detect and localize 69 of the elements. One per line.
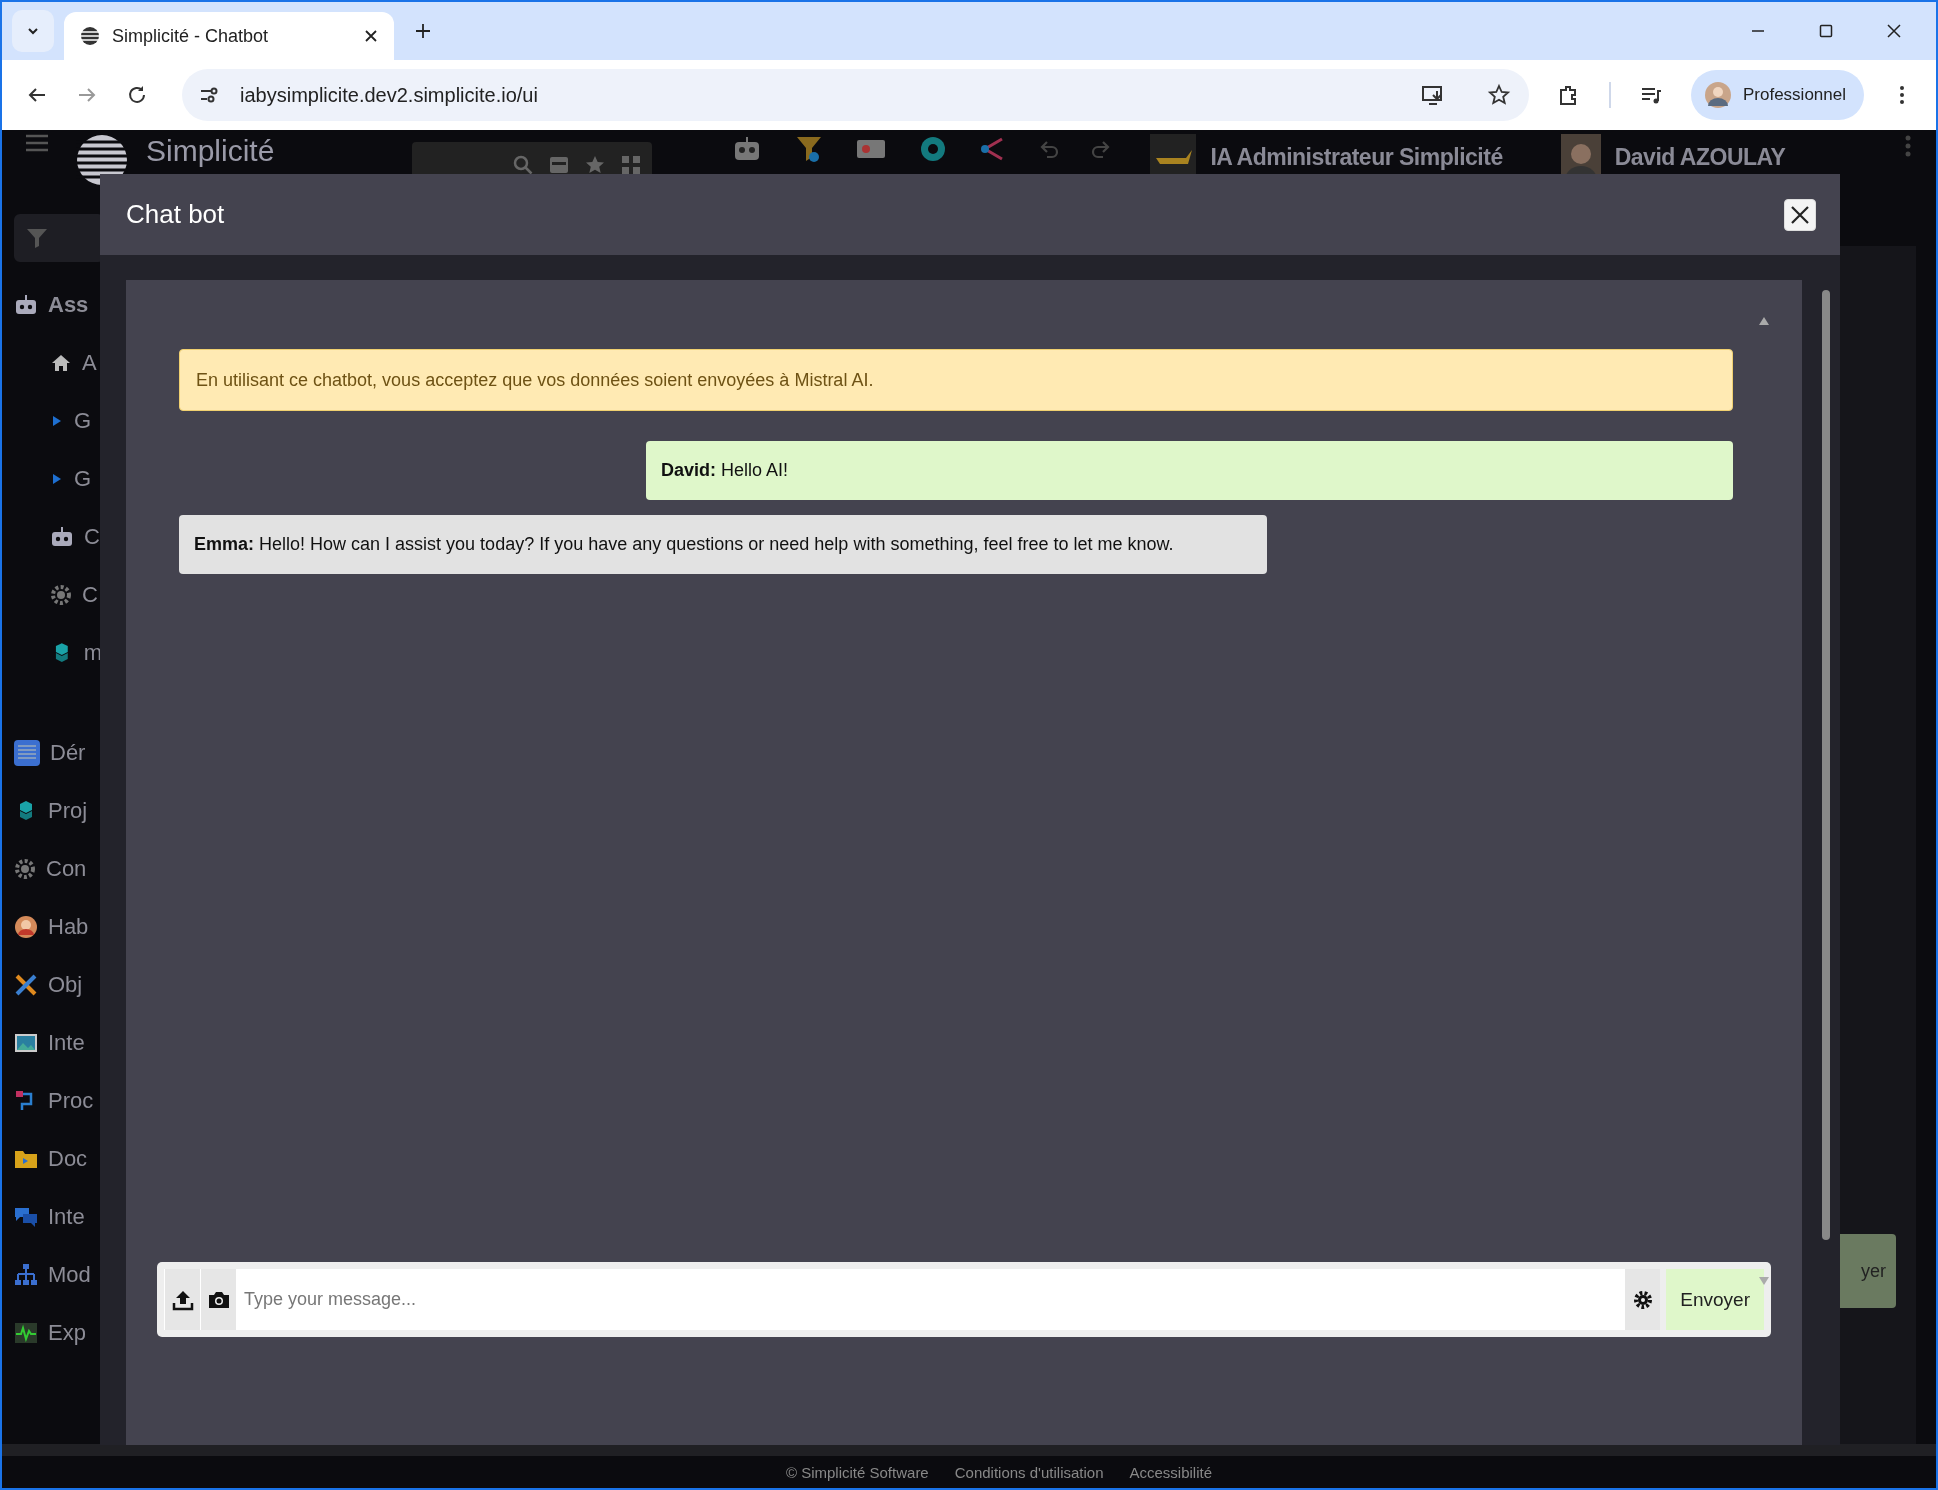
sidebar-item[interactable]: G xyxy=(14,450,102,508)
search-icon[interactable] xyxy=(512,154,535,176)
sidebar-item[interactable]: Ass xyxy=(14,276,102,334)
camera-button[interactable] xyxy=(200,1269,236,1330)
footer-link[interactable]: © Simplicité Software xyxy=(785,1463,929,1481)
scroll-up-icon[interactable] xyxy=(1759,317,1769,325)
settings-icon xyxy=(1632,1289,1653,1310)
dialog-title: Chat bot xyxy=(126,199,225,230)
sidebar-item[interactable]: Proc xyxy=(14,1072,102,1130)
close-button[interactable] xyxy=(1784,198,1816,231)
footer-link[interactable]: Conditions d'utilisation xyxy=(954,1463,1104,1481)
footer-link[interactable]: Accessibilité xyxy=(1129,1463,1213,1481)
sidebar-item[interactable]: A xyxy=(14,334,102,392)
card-icon[interactable] xyxy=(548,154,571,176)
maximize-icon[interactable] xyxy=(1818,23,1834,39)
funnel-icon xyxy=(26,227,48,249)
sidebar-item[interactable]: Hab xyxy=(14,898,102,956)
reload-icon[interactable] xyxy=(126,84,148,106)
send-button[interactable]: Envoyer xyxy=(1666,1269,1764,1330)
grid-icon[interactable] xyxy=(620,154,643,176)
robot-icon xyxy=(50,526,74,548)
pulse-icon xyxy=(14,1322,38,1344)
sidebar-item[interactable]: Mod xyxy=(14,1246,102,1304)
upload-button[interactable] xyxy=(164,1269,200,1330)
avatar-icon xyxy=(1705,82,1731,108)
home-icon xyxy=(50,352,72,374)
sidebar-item[interactable]: Con xyxy=(14,840,102,898)
chat-icon xyxy=(14,1206,38,1228)
browser-tab[interactable]: Simplicité - Chatbot xyxy=(64,12,394,60)
sidebar-item[interactable]: Inte xyxy=(14,1188,102,1246)
gear-icon xyxy=(50,584,72,606)
hierarchy-icon xyxy=(14,1263,38,1287)
tools-icon xyxy=(14,973,38,997)
bot-message: Emma: Hello! How can I assist you today? If you have any questions or need help with something, feel free to let me know. xyxy=(179,515,1267,574)
scrollbar-thumb[interactable] xyxy=(1822,290,1830,1240)
sidebar-item[interactable]: Inte xyxy=(14,1014,102,1072)
close-icon xyxy=(1790,204,1810,225)
sidebar-item[interactable]: Exp xyxy=(14,1304,102,1362)
camera-icon xyxy=(207,1289,230,1310)
filter-button[interactable] xyxy=(14,214,102,262)
sidebar-item[interactable]: G xyxy=(14,392,102,450)
close-icon[interactable] xyxy=(1886,23,1902,39)
sidebar-item[interactable]: C xyxy=(14,566,102,624)
menu-icon[interactable] xyxy=(26,134,48,152)
upload-icon xyxy=(171,1288,194,1311)
settings-button[interactable] xyxy=(1624,1269,1661,1330)
close-icon[interactable] xyxy=(364,29,378,43)
striped-square-icon xyxy=(14,740,40,766)
gear-icon xyxy=(14,858,36,880)
image-icon xyxy=(14,1032,38,1054)
star-icon[interactable] xyxy=(1487,83,1511,107)
user-message: David: Hello AI! xyxy=(646,441,1733,500)
robot-icon xyxy=(14,294,38,316)
install-app-icon[interactable] xyxy=(1421,83,1445,107)
person-icon xyxy=(14,915,38,939)
consent-notice: En utilisant ce chatbot, vous acceptez que vos données soient envoyées à Mistral AI. xyxy=(179,349,1733,411)
folder-icon xyxy=(14,1148,38,1170)
new-tab-icon[interactable] xyxy=(414,22,432,40)
address-bar[interactable]: iabysimplicite.dev2.simplicite.io/ui xyxy=(182,69,1529,121)
star-icon[interactable] xyxy=(584,154,607,176)
app-logo-text: Simplicité xyxy=(146,134,275,168)
sidebar-item[interactable]: Doc xyxy=(14,1130,102,1188)
profile-button[interactable]: Professionnel xyxy=(1691,70,1864,120)
striped-globe-icon xyxy=(80,26,100,46)
sidebar-item[interactable]: Obj xyxy=(14,956,102,1014)
sidebar-item[interactable]: Dér xyxy=(14,724,102,782)
sidebar-item[interactable]: C xyxy=(14,508,102,566)
sidebar-item[interactable]: Proj xyxy=(14,782,102,840)
message-input[interactable]: Type your message... xyxy=(236,1269,1625,1330)
